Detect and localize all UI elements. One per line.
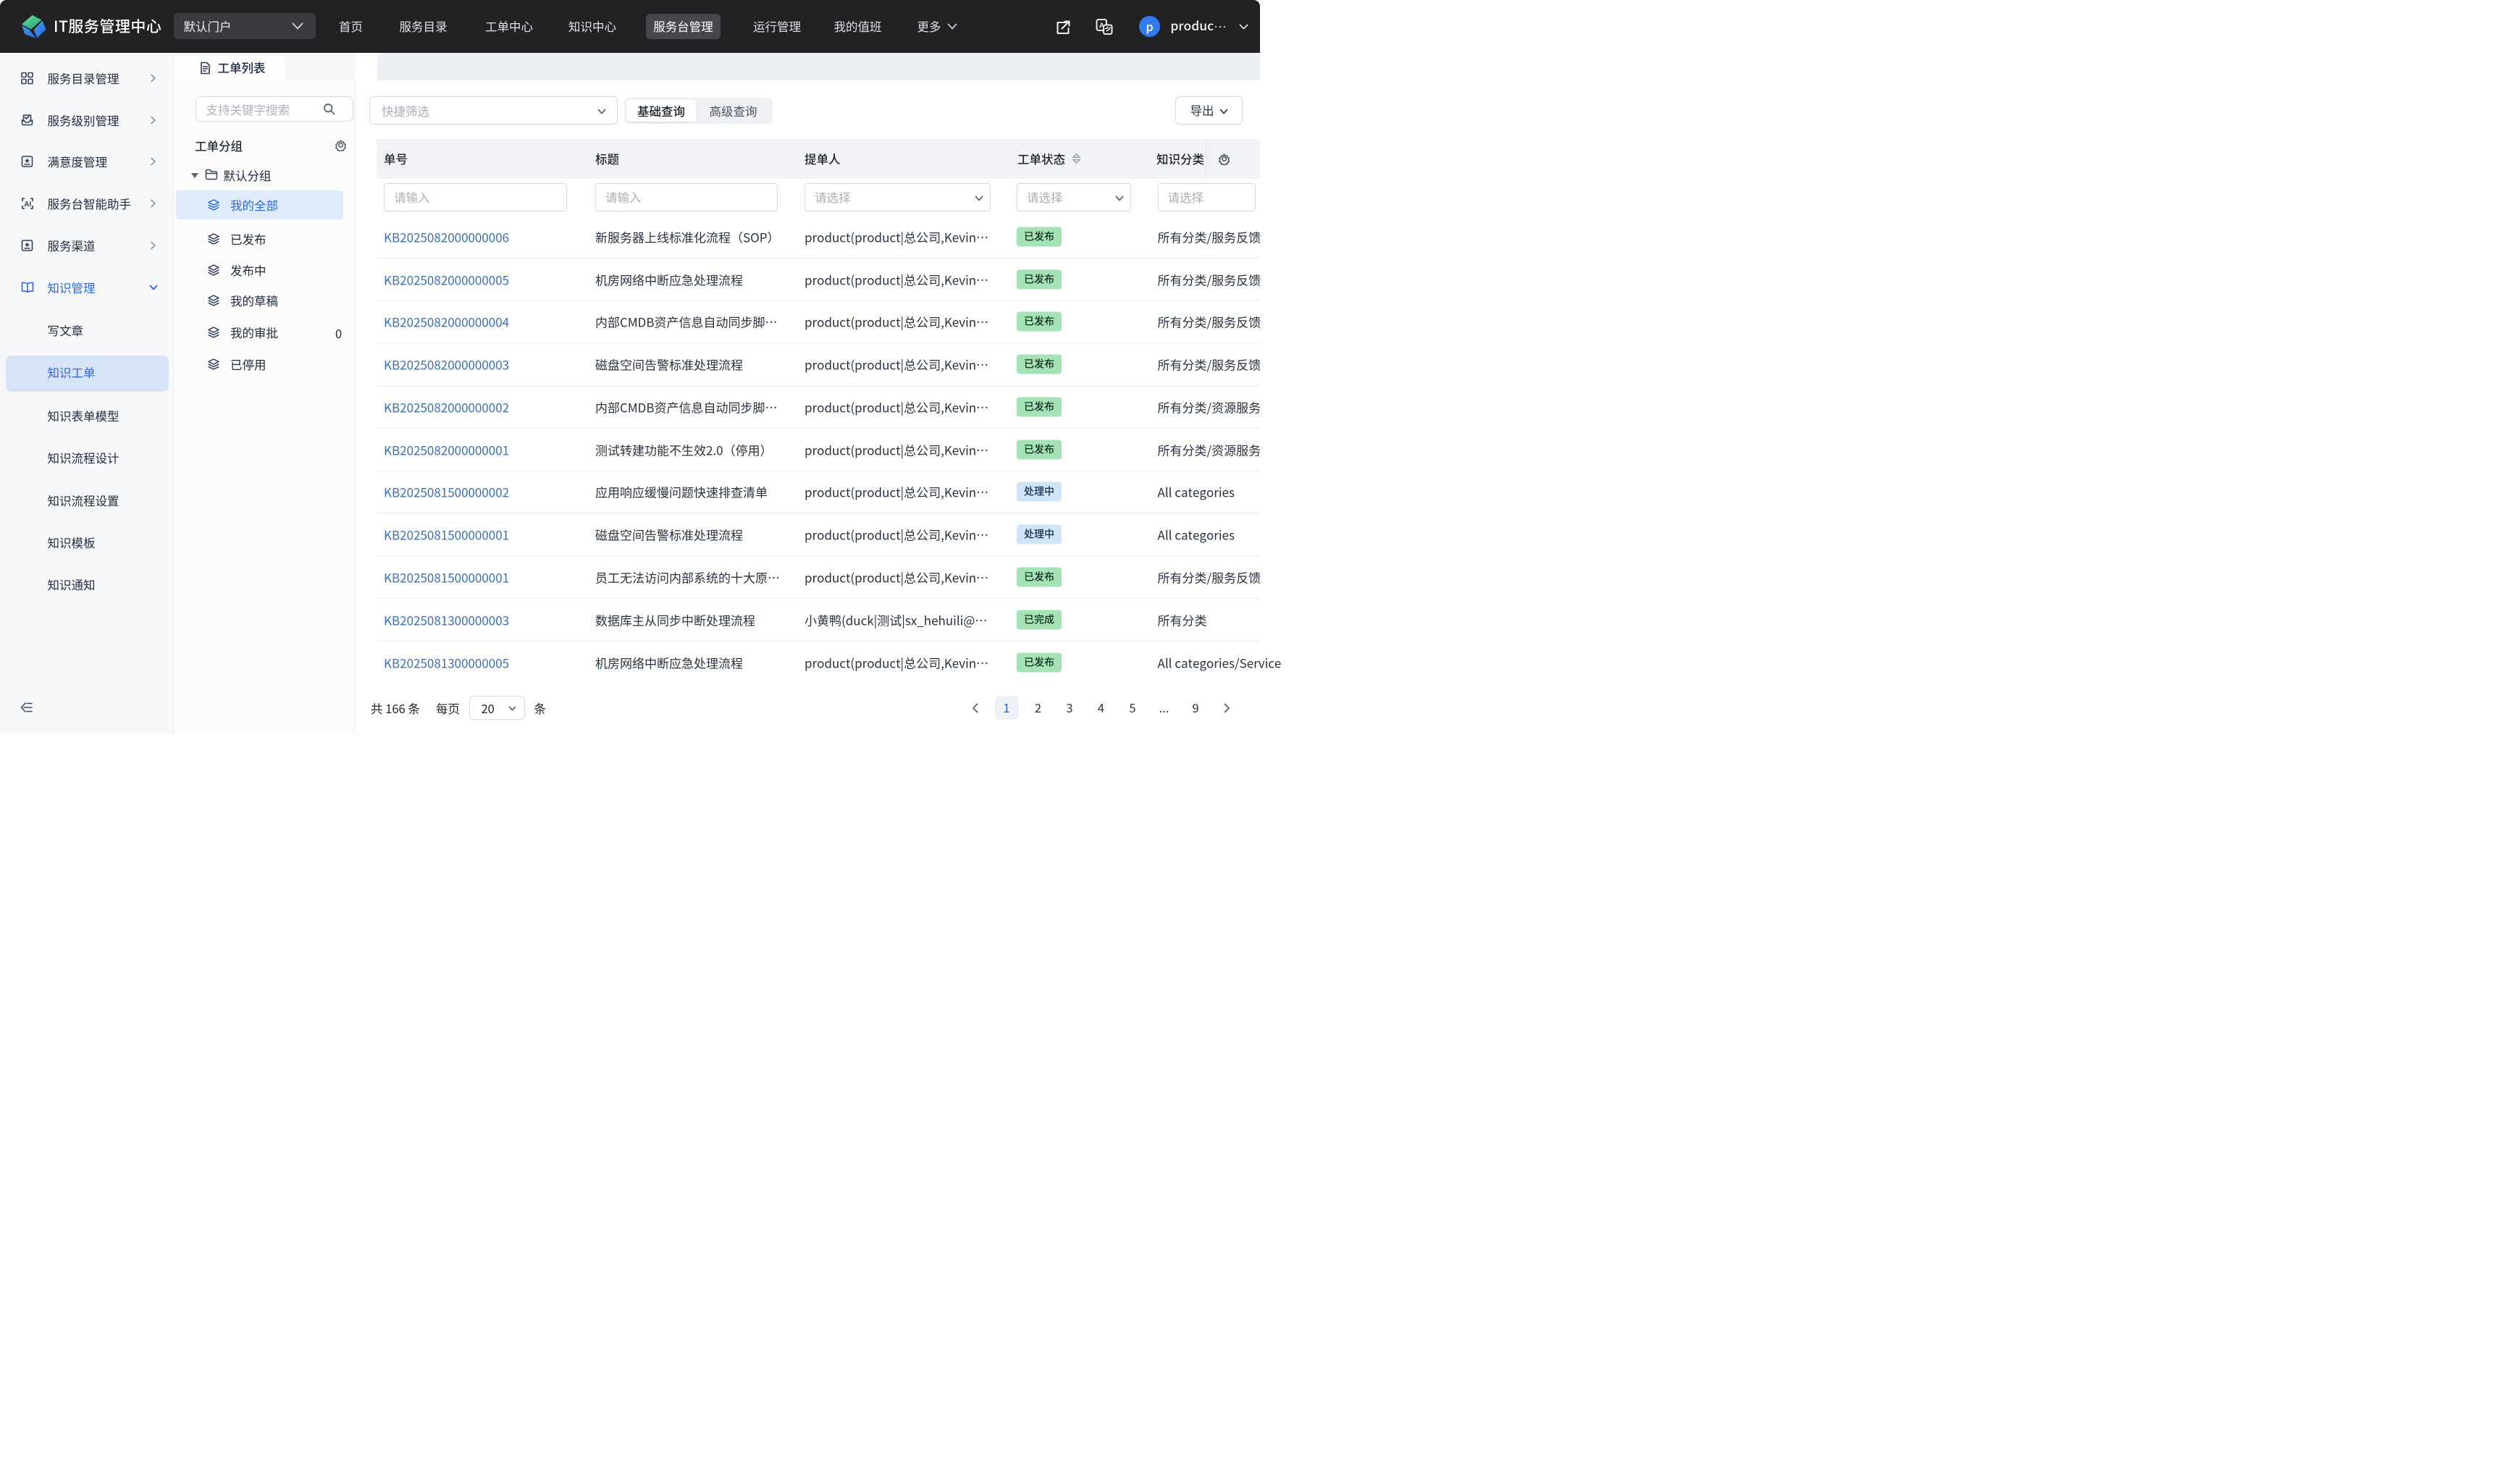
svg-text:AI: AI bbox=[24, 201, 31, 209]
